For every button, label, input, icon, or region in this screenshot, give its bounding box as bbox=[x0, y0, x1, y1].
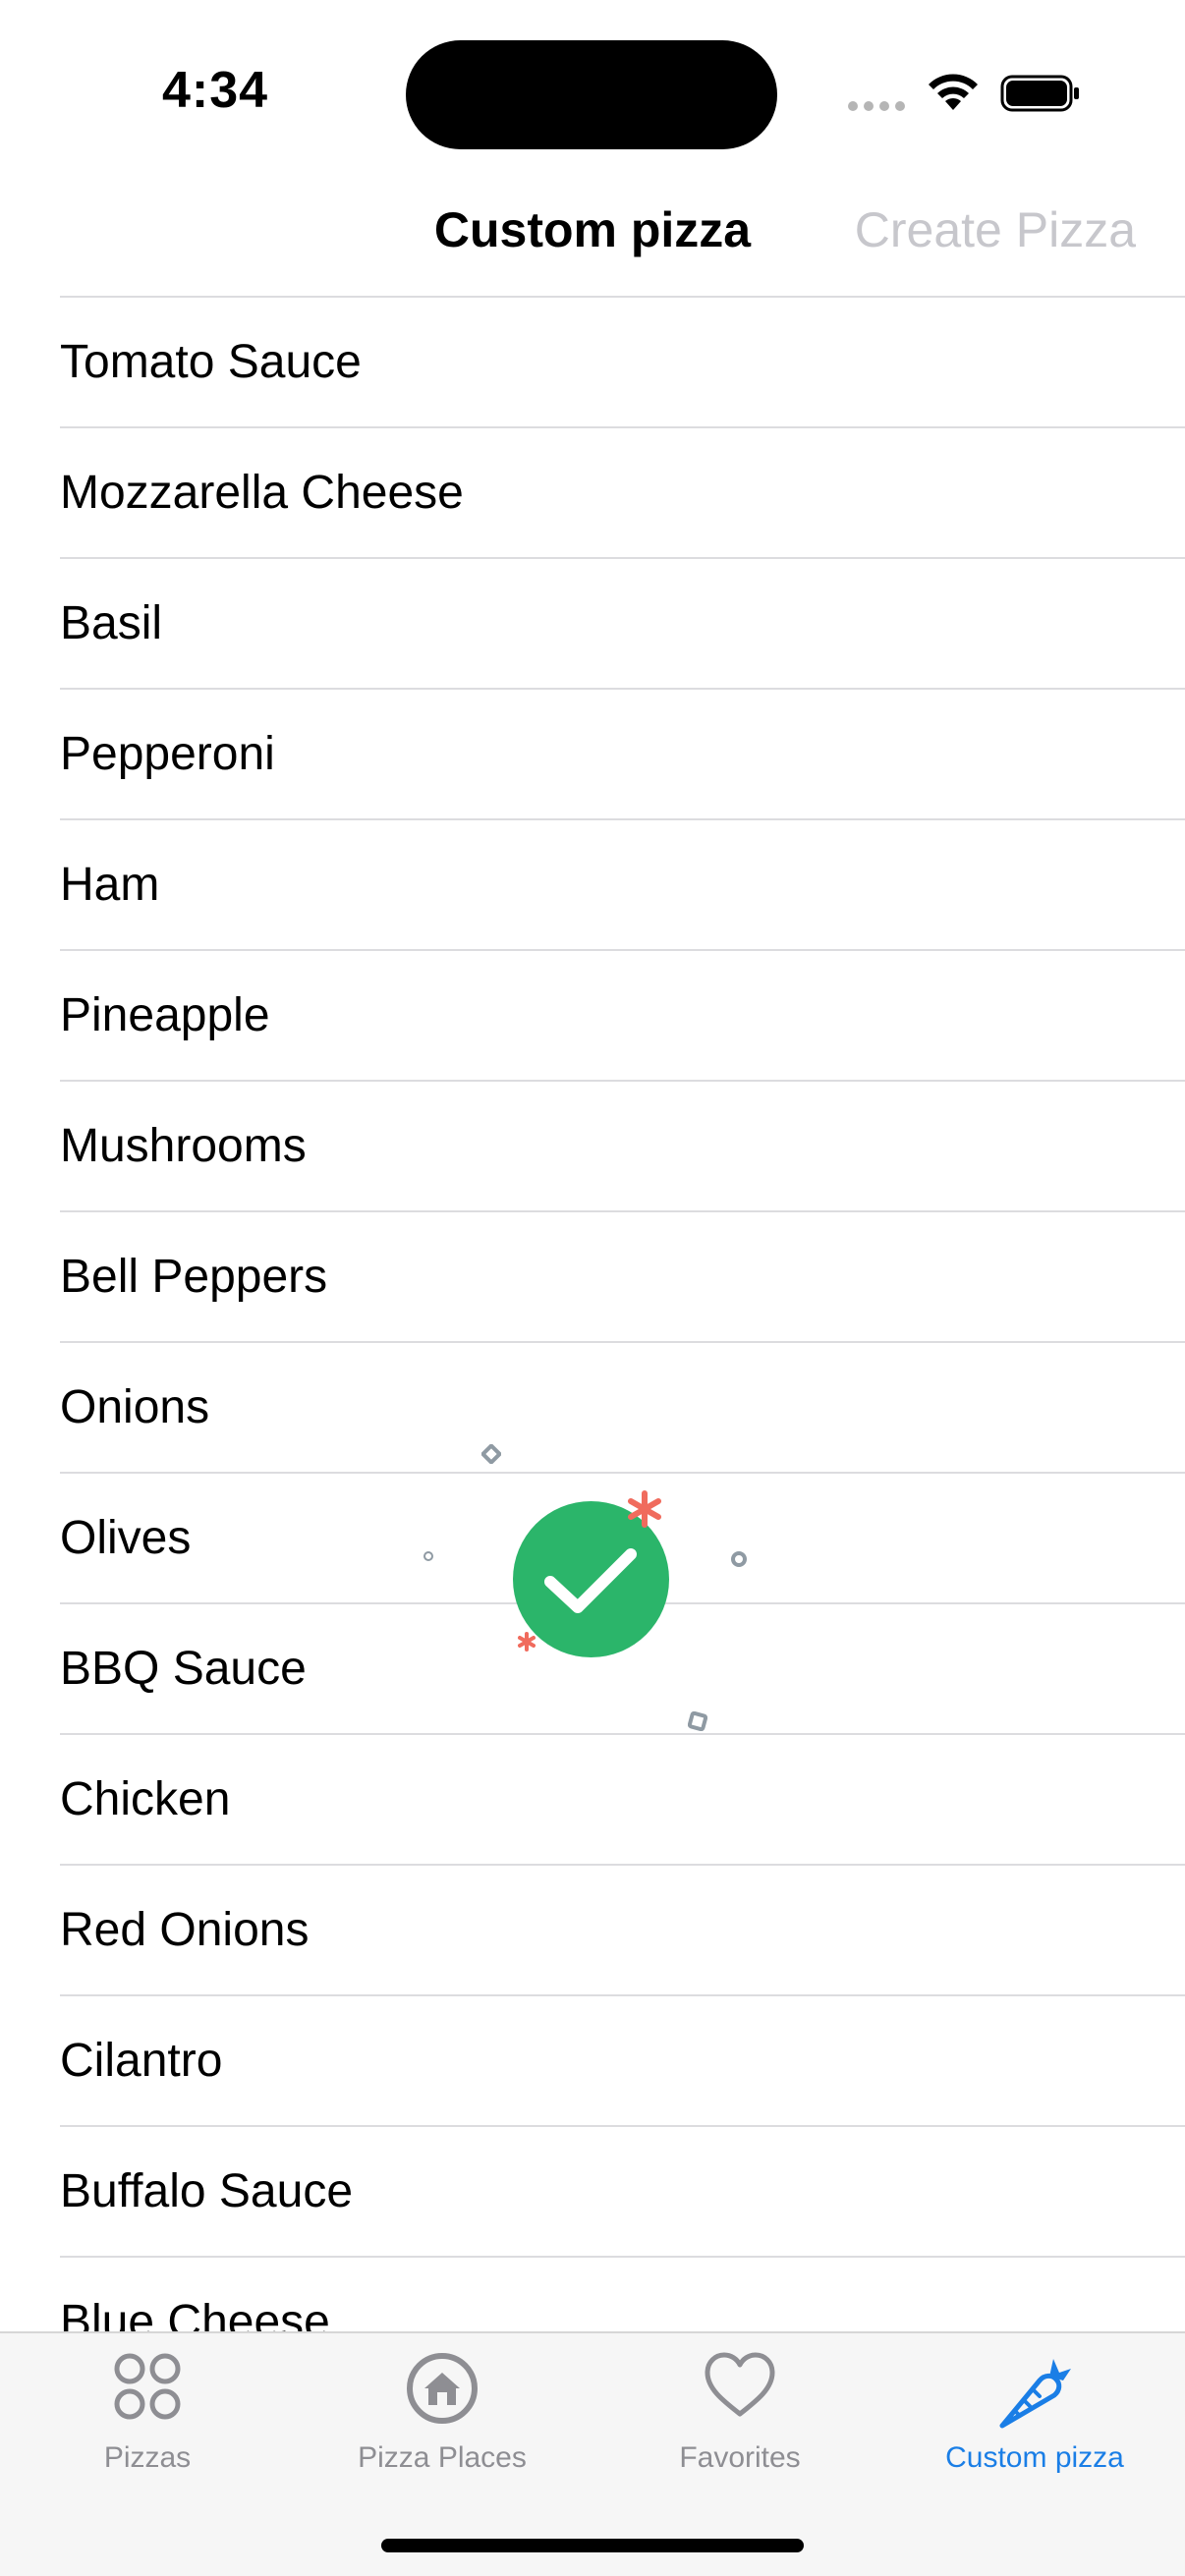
dynamic-island bbox=[406, 40, 777, 149]
ingredient-label: Onions bbox=[60, 1381, 210, 1433]
list-item[interactable]: Bell Peppers bbox=[60, 1210, 1185, 1341]
tab-label: Custom pizza bbox=[945, 2441, 1124, 2474]
ingredient-label: Cilantro bbox=[60, 2035, 223, 2087]
ingredient-label: Mozzarella Cheese bbox=[60, 467, 464, 519]
status-time: 4:34 bbox=[162, 62, 269, 119]
list-item[interactable]: Tomato Sauce bbox=[60, 296, 1185, 426]
tab-label: Pizzas bbox=[103, 2441, 192, 2474]
heart-icon bbox=[705, 2352, 775, 2417]
ingredient-label: Bell Peppers bbox=[60, 1251, 328, 1303]
list-item[interactable]: Blue Cheese bbox=[60, 2256, 1185, 2331]
list-item[interactable]: Buffalo Sauce bbox=[60, 2125, 1185, 2256]
ingredient-label: Chicken bbox=[60, 1773, 231, 1825]
grid-circles-icon bbox=[114, 2353, 181, 2420]
ingredient-label: Buffalo Sauce bbox=[60, 2165, 354, 2217]
ingredient-label: BBQ Sauce bbox=[60, 1643, 307, 1695]
list-item[interactable]: Chicken bbox=[60, 1733, 1185, 1864]
ingredient-label: Red Onions bbox=[60, 1904, 310, 1956]
ingredient-label: Pepperoni bbox=[60, 728, 275, 780]
carrot-icon bbox=[999, 2359, 1071, 2429]
tab-pizza-places[interactable]: Pizza Places bbox=[295, 2333, 590, 2500]
tab-custom-pizza[interactable]: Custom pizza bbox=[887, 2333, 1182, 2500]
tab-pizzas[interactable]: Pizzas bbox=[0, 2333, 295, 2500]
ingredient-label: Tomato Sauce bbox=[60, 336, 362, 388]
ingredient-label: Blue Cheese bbox=[60, 2296, 330, 2331]
list-item[interactable]: Onions bbox=[60, 1341, 1185, 1472]
ingredient-label: Ham bbox=[60, 859, 160, 911]
status-bar: 4:34 bbox=[0, 0, 1185, 177]
tab-label: Pizza Places bbox=[358, 2441, 527, 2474]
list-item[interactable]: Pineapple bbox=[60, 949, 1185, 1080]
confetti-square-icon bbox=[688, 1711, 707, 1731]
list-item[interactable]: Basil bbox=[60, 557, 1185, 688]
wifi-icon bbox=[929, 74, 978, 110]
tab-label: Favorites bbox=[679, 2441, 801, 2474]
list-item[interactable]: Ham bbox=[60, 818, 1185, 949]
ingredient-label: Olives bbox=[60, 1512, 192, 1564]
home-indicator bbox=[381, 2539, 804, 2552]
home-circle-icon bbox=[407, 2353, 478, 2424]
ingredient-label: Basil bbox=[60, 597, 163, 649]
list-item[interactable]: Mozzarella Cheese bbox=[60, 426, 1185, 557]
ingredient-list[interactable]: Tomato Sauce Mozzarella Cheese Basil Pepper… bbox=[0, 296, 1185, 2331]
confetti-star-icon bbox=[628, 1490, 661, 1528]
create-pizza-button[interactable]: Create Pizza bbox=[855, 201, 1136, 258]
ingredient-label: Mushrooms bbox=[60, 1120, 307, 1172]
list-item[interactable]: Pepperoni bbox=[60, 688, 1185, 818]
list-item[interactable]: Cilantro bbox=[60, 1994, 1185, 2125]
confetti-ring-icon bbox=[731, 1551, 747, 1567]
confetti-small-star-icon bbox=[518, 1632, 536, 1652]
ingredient-label: Pineapple bbox=[60, 989, 270, 1041]
confetti-dot-icon bbox=[423, 1551, 433, 1561]
confetti-diamond-icon bbox=[481, 1444, 501, 1464]
battery-icon bbox=[1000, 75, 1079, 112]
list-item[interactable]: Mushrooms bbox=[60, 1080, 1185, 1210]
cellular-signal-icon bbox=[848, 101, 905, 111]
list-item[interactable]: Red Onions bbox=[60, 1864, 1185, 1994]
tab-favorites[interactable]: Favorites bbox=[592, 2333, 887, 2500]
